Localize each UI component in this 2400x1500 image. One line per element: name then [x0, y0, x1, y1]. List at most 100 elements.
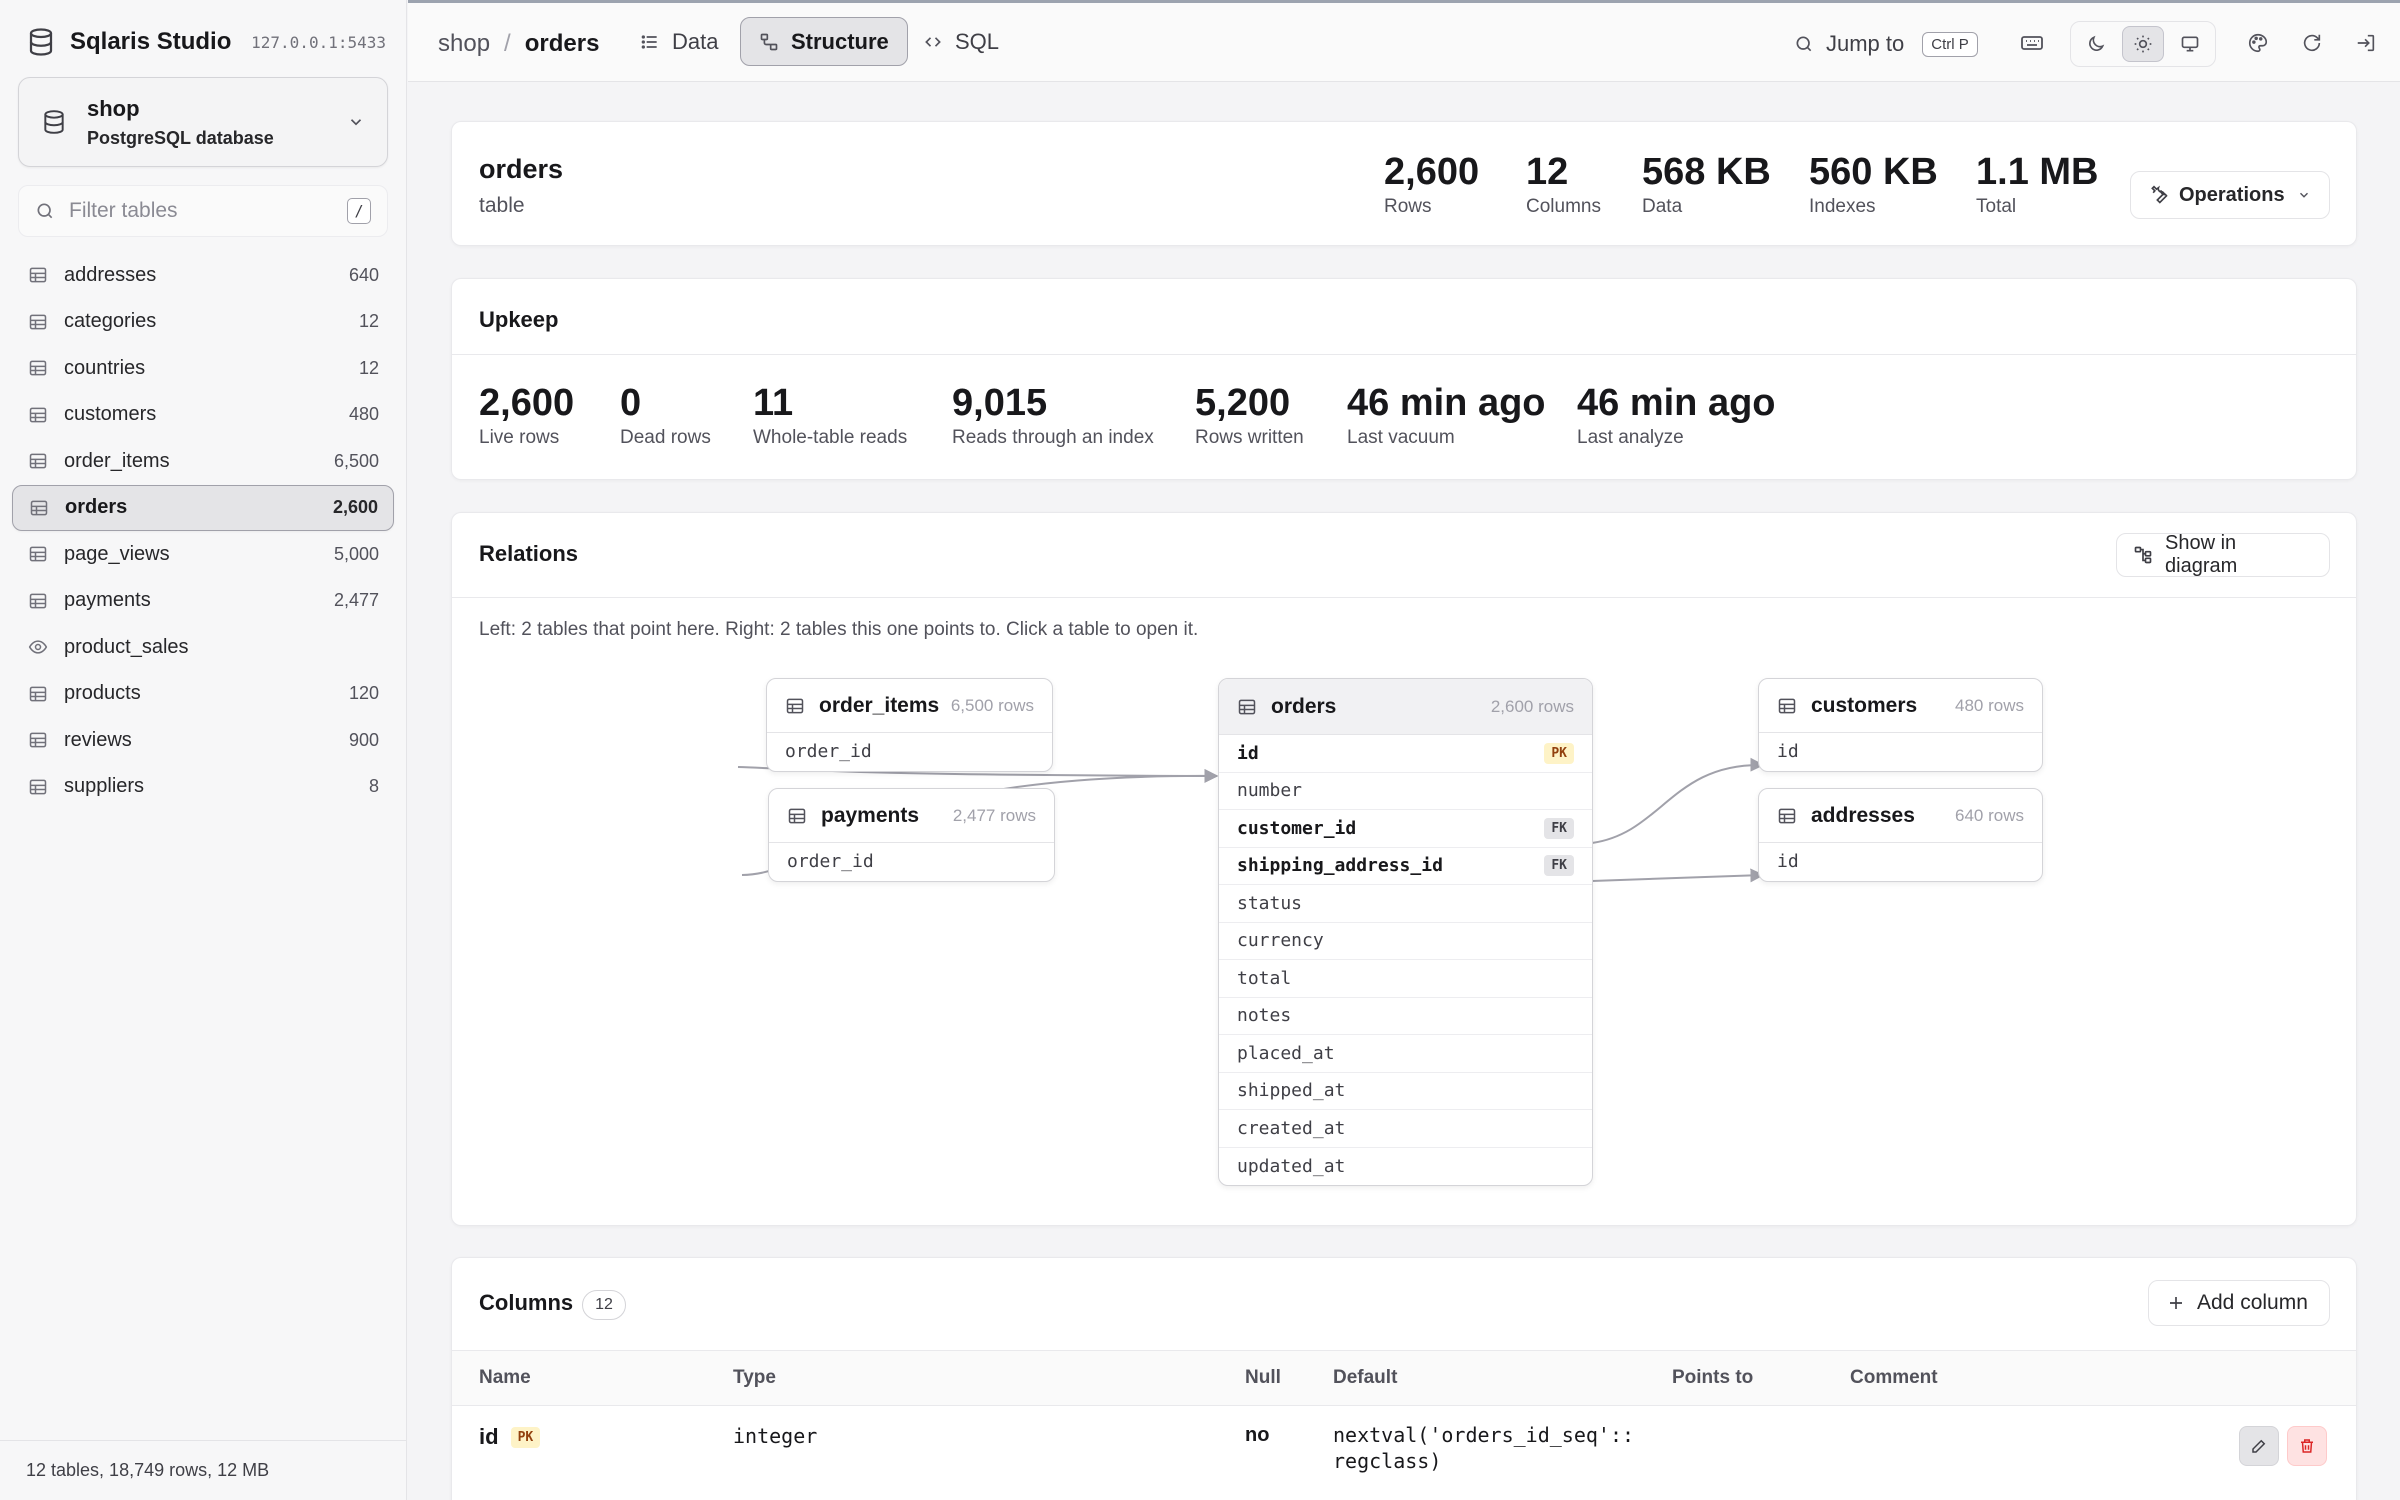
sidebar-item-count: 2,477 — [333, 590, 379, 611]
relations-title: Relations — [479, 541, 579, 566]
sidebar-item-label: payments — [64, 589, 151, 612]
show-in-diagram-button[interactable]: Show in diagram — [2116, 532, 2330, 577]
sidebar-item-label: countries — [64, 356, 146, 379]
sidebar-item-product-sales[interactable]: product_sales — [12, 624, 394, 671]
filter-shortcut-key: / — [347, 198, 371, 224]
breadcrumb-separator: / — [504, 30, 511, 57]
table-icon — [28, 684, 48, 704]
sun-icon[interactable] — [2122, 26, 2164, 62]
field-name: total — [1237, 967, 1292, 989]
sidebar-item-reviews[interactable]: reviews 900 — [12, 717, 394, 764]
upkeep-live-rows: 2,600 Live rows — [479, 381, 574, 449]
field-name: created_at — [1237, 1117, 1346, 1139]
operations-button[interactable]: Operations — [2130, 171, 2330, 219]
relations-card: Relations Show in diagram Left: 2 tables… — [451, 512, 2357, 1226]
stat-label: Columns — [1526, 195, 1601, 217]
stat-label: Last analyze — [1577, 426, 1684, 448]
sidebar-item-order-items[interactable]: order_items 6,500 — [12, 438, 394, 485]
sidebar-item-countries[interactable]: countries 12 — [12, 345, 394, 392]
tab-data[interactable]: Data — [622, 17, 736, 66]
monitor-icon[interactable] — [2169, 26, 2211, 62]
tab-sql[interactable]: SQL — [905, 17, 1017, 66]
plus-icon — [2167, 1294, 2185, 1312]
tab-structure[interactable]: Structure — [740, 17, 908, 66]
sidebar-item-count: 6,500 — [333, 450, 379, 471]
sidebar-item-suppliers[interactable]: suppliers 8 — [12, 764, 394, 811]
tab-structure-label: Structure — [791, 28, 889, 54]
columns-count-badge: 12 — [582, 1290, 626, 1320]
jump-to-button[interactable]: Jump to Ctrl P — [1794, 27, 1978, 61]
stat-label: Live rows — [479, 426, 560, 448]
table-icon — [28, 451, 48, 471]
column-default-line: nextval('orders_id_seq':: — [1333, 1423, 1635, 1447]
sidebar-item-count: 640 — [348, 264, 379, 285]
primary-key-badge: PK — [1544, 742, 1574, 764]
sidebar-item-label: orders — [65, 496, 128, 519]
sidebar-item-products[interactable]: products 120 — [12, 671, 394, 718]
sidebar-item-customers[interactable]: customers 480 — [12, 392, 394, 439]
database-icon — [26, 27, 56, 57]
search-icon — [1794, 34, 1814, 54]
node-row-count: 640 rows — [1955, 805, 2024, 825]
sidebar-item-count: 120 — [348, 683, 379, 704]
upkeep-card: Upkeep 2,600 Live rows 0 Dead rows 11 Wh… — [451, 278, 2357, 480]
node-field-list: id PK number customer_id FK shipping_address_… — [1219, 735, 1592, 1185]
database-switcher[interactable]: shop PostgreSQL database — [18, 77, 388, 167]
table-title: orders — [479, 154, 564, 184]
field-name: notes — [1237, 1005, 1292, 1027]
sidebar-item-categories[interactable]: categories 12 — [12, 299, 394, 346]
stat-label: Rows written — [1195, 426, 1304, 448]
stat-label: Dead rows — [620, 426, 711, 448]
stat-label: Total — [1976, 195, 2017, 217]
field-name: id — [1237, 742, 1259, 764]
relation-node-addresses[interactable]: addresses 640 rows id — [1758, 788, 2043, 882]
add-column-button[interactable]: Add column — [2148, 1280, 2330, 1326]
tab-data-label: Data — [672, 28, 719, 54]
stat-value: 1.1 MB — [1976, 151, 2099, 193]
pencil-icon[interactable] — [2239, 1426, 2279, 1466]
stat-value: 12 — [1526, 151, 1569, 193]
moon-icon[interactable] — [2075, 26, 2117, 62]
stat-index-size: 560 KB Indexes — [1809, 150, 1938, 218]
node-name: customers — [1811, 693, 1918, 717]
sidebar-item-count: 12 — [358, 357, 379, 378]
sidebar-item-orders[interactable]: orders 2,600 — [12, 484, 394, 531]
sidebar-item-count: 900 — [348, 729, 379, 750]
relation-node-payments[interactable]: payments 2,477 rows order_id — [768, 788, 1055, 882]
diagram-icon — [2133, 545, 2153, 565]
relation-node-customers[interactable]: customers 480 rows id — [1758, 678, 2043, 772]
sidebar-item-page-views[interactable]: page_views 5,000 — [12, 531, 394, 578]
columns-card: Columns 12 Add column Name Type Null Def… — [451, 1257, 2357, 1500]
relation-node-orders[interactable]: orders 2,600 rows id PK number customer_id F… — [1218, 678, 1593, 1186]
node-field: id PK — [1219, 735, 1592, 773]
columns-table-header: Name Type Null Default Points to Comment — [452, 1350, 2356, 1406]
sidebar-item-label: reviews — [64, 728, 132, 751]
field-name: shipped_at — [1237, 1080, 1346, 1102]
refresh-icon[interactable] — [2298, 29, 2326, 57]
trash-icon[interactable] — [2287, 1426, 2327, 1466]
relation-node-order-items[interactable]: order_items 6,500 rows order_id — [766, 678, 1053, 772]
node-name: order_items — [819, 693, 940, 717]
table-icon — [28, 544, 48, 564]
database-name: shop — [87, 95, 140, 121]
sidebar-item-count: 480 — [348, 404, 379, 425]
filter-tables-input[interactable] — [69, 199, 347, 223]
sidebar: Sqlaris Studio 127.0.0.1:5433 shop Postg… — [0, 0, 407, 1500]
breadcrumb-database[interactable]: shop — [438, 30, 490, 58]
foreign-key-badge: FK — [1544, 855, 1574, 877]
table-icon — [28, 405, 48, 425]
palette-icon[interactable] — [2244, 29, 2272, 57]
sidebar-item-addresses[interactable]: addresses 640 — [12, 252, 394, 299]
node-field: placed_at — [1219, 1035, 1592, 1073]
eye-icon — [28, 637, 48, 657]
field-name: status — [1237, 892, 1303, 914]
table-icon — [28, 358, 48, 378]
sidebar-item-payments[interactable]: payments 2,477 — [12, 578, 394, 625]
stat-total-size: 1.1 MB Total — [1976, 150, 2098, 218]
stat-value: 46 min ago — [1577, 382, 1776, 424]
foreign-key-badge: FK — [1544, 817, 1574, 839]
keyboard-icon[interactable] — [2018, 29, 2046, 57]
table-icon — [1777, 806, 1797, 826]
node-field: id — [1777, 741, 1799, 763]
logout-icon[interactable] — [2352, 29, 2380, 57]
